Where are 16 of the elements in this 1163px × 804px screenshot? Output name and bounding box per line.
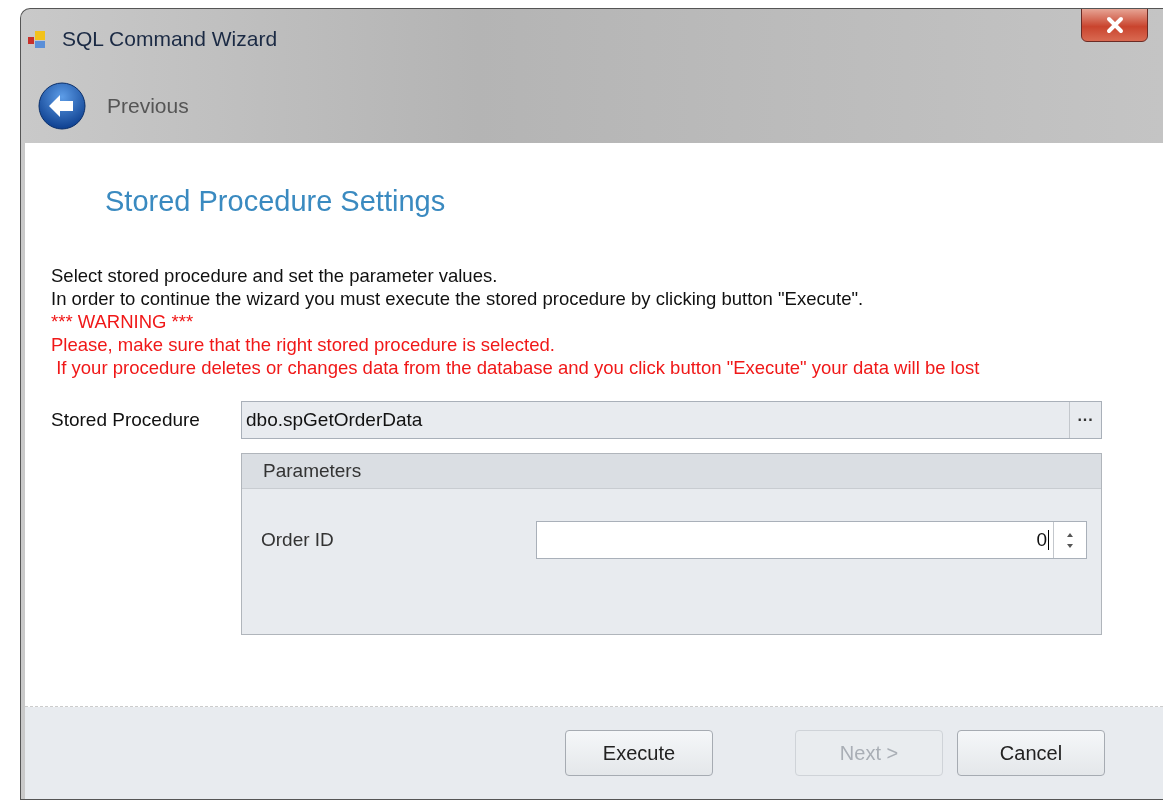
warning-text: Please, make sure that the right stored procedure is selected. [51,333,556,356]
group-header: Parameters [242,454,1101,489]
warning-text: *** WARNING *** [51,310,195,333]
wizard-button[interactable]: Cancel [957,730,1105,776]
instruction-text: Select stored procedure and set the parameter values. [51,264,499,287]
window-title: SQL Command Wizard [62,27,278,51]
parameter-label: Order ID [261,529,334,551]
previous-button[interactable]: Previous [107,94,189,118]
stored-procedure-field[interactable]: dbo.spGetOrderData ··· [241,401,1102,439]
wizard-button[interactable]: Execute [565,730,713,776]
instruction-text: In order to continue the wizard you must execute the stored procedure by clicking button "Execute". [51,287,865,310]
close-button[interactable] [1081,9,1148,42]
number-spinner[interactable]: 0 [536,521,1087,559]
field-label: Stored Procedure [51,409,201,431]
warning-text: If your procedure deletes or changes data from the database and you click button "Execute" your data will be lost [55,356,981,379]
page-title: Stored Procedure Settings [105,185,447,218]
